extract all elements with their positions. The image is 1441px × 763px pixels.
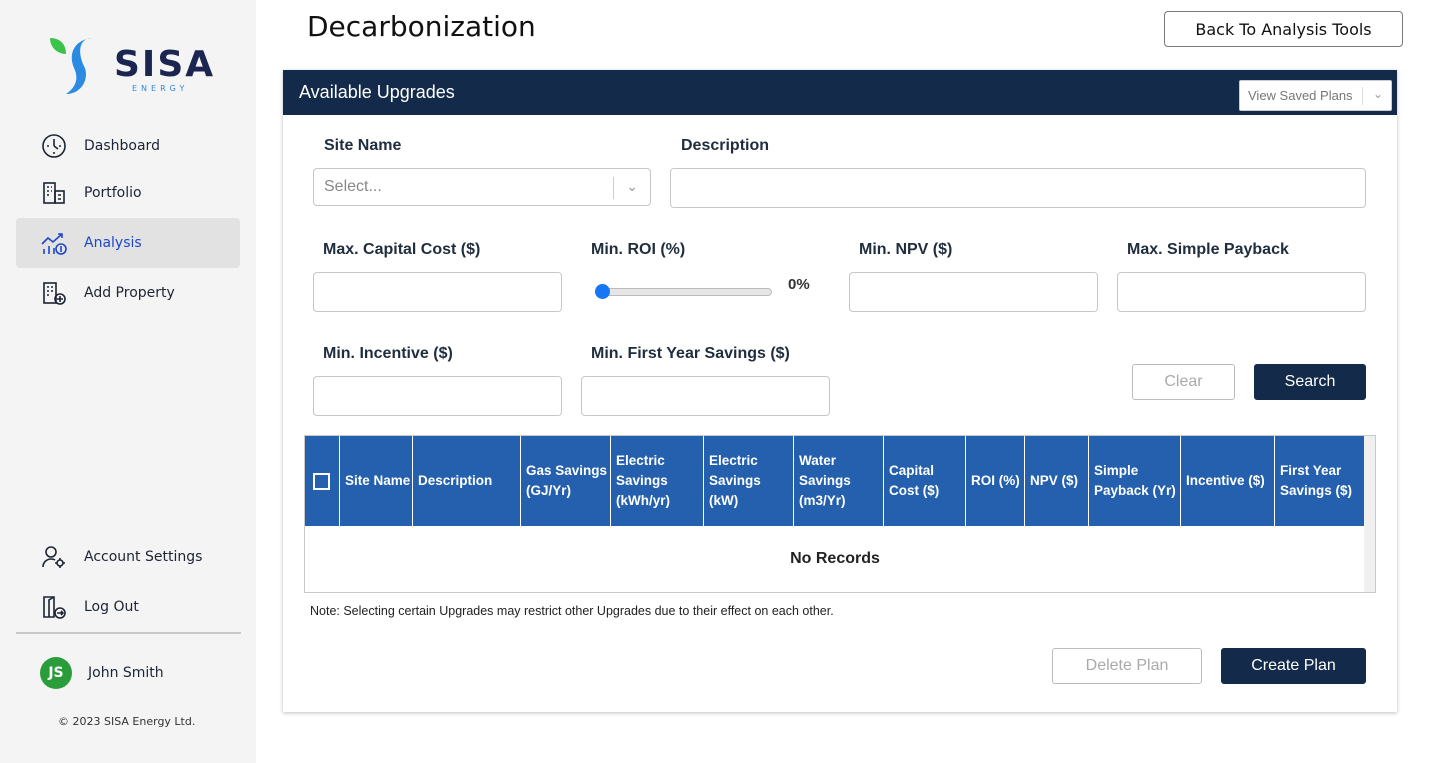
column-header[interactable]: Description	[413, 436, 521, 526]
min-npv-label: Min. NPV ($)	[859, 241, 953, 258]
column-header[interactable]: NPV ($)	[1025, 436, 1089, 526]
view-saved-plans-select[interactable]: View Saved Plans ⌄	[1239, 80, 1392, 111]
min-roi-slider[interactable]	[595, 284, 772, 299]
chevron-down-icon: ⌄	[626, 178, 638, 194]
avatar: JS	[40, 657, 72, 689]
site-name-select[interactable]: Select... ⌄	[313, 168, 651, 206]
max-simple-payback-label: Max. Simple Payback	[1127, 241, 1289, 258]
column-header[interactable]: Site Name	[340, 436, 413, 526]
sidebar-item-analysis[interactable]: Analysis	[16, 218, 240, 268]
sidebar-item-dashboard[interactable]: Dashboard	[16, 121, 240, 171]
column-header[interactable]: Gas Savings (GJ/Yr)	[521, 436, 611, 526]
min-first-year-savings-label: Min. First Year Savings ($)	[591, 345, 790, 362]
logo-subtext: ENERGY	[132, 84, 189, 93]
select-all-cell	[305, 436, 340, 526]
max-simple-payback-input[interactable]	[1117, 272, 1366, 312]
min-first-year-savings-input[interactable]	[581, 376, 830, 416]
select-separator	[613, 177, 614, 199]
delete-plan-button[interactable]: Delete Plan	[1052, 648, 1202, 684]
select-all-checkbox[interactable]	[313, 472, 330, 490]
max-capital-cost-input[interactable]	[313, 272, 562, 312]
logout-icon	[40, 593, 68, 621]
sidebar-item-label: Portfolio	[84, 185, 142, 201]
site-name-placeholder: Select...	[324, 178, 382, 195]
sidebar-item-label: Add Property	[84, 285, 175, 301]
user-gear-icon	[40, 543, 68, 571]
card-title: Available Upgrades	[299, 82, 455, 102]
available-upgrades-card: Available Upgrades View Saved Plans ⌄ Si…	[283, 70, 1397, 712]
sidebar-item-label: Dashboard	[84, 138, 160, 154]
empty-state-text: No Records	[790, 550, 880, 567]
logo-mark-icon	[50, 38, 92, 94]
sidebar-item-label: Log Out	[84, 599, 139, 615]
column-header[interactable]: Electric Savings (kW)	[704, 436, 794, 526]
column-header[interactable]: ROI (%)	[966, 436, 1025, 526]
building-add-icon	[40, 279, 68, 307]
copyright-text: © 2023 SISA Energy Ltd.	[58, 715, 196, 728]
description-input[interactable]	[670, 168, 1366, 208]
column-header[interactable]: First Year Savings ($)	[1275, 436, 1361, 526]
column-header[interactable]: Simple Payback (Yr)	[1089, 436, 1181, 526]
table-scrollbar[interactable]	[1364, 436, 1375, 592]
sidebar-item-account-settings[interactable]: Account Settings	[16, 532, 240, 582]
column-header[interactable]: Water Savings (m3/Yr)	[794, 436, 884, 526]
min-npv-input[interactable]	[849, 272, 1098, 312]
sidebar-item-portfolio[interactable]: Portfolio	[16, 168, 240, 218]
min-incentive-label: Min. Incentive ($)	[323, 345, 453, 362]
user-profile[interactable]: JS John Smith	[40, 657, 164, 689]
buildings-icon	[40, 179, 68, 207]
max-capital-cost-label: Max. Capital Cost ($)	[323, 241, 481, 258]
logo-text: SISA	[114, 44, 216, 85]
slider-thumb[interactable]	[595, 284, 610, 299]
card-header: Available Upgrades View Saved Plans ⌄	[283, 70, 1397, 115]
sisa-logo[interactable]: SISA ENERGY	[48, 34, 218, 98]
sidebar-item-log-out[interactable]: Log Out	[16, 582, 240, 632]
chart-dollar-icon	[40, 229, 68, 257]
search-button[interactable]: Search	[1254, 364, 1366, 400]
column-header[interactable]: Incentive ($)	[1181, 436, 1275, 526]
sidebar-item-label: Account Settings	[84, 549, 203, 565]
site-name-label: Site Name	[324, 137, 402, 154]
create-plan-button[interactable]: Create Plan	[1221, 648, 1366, 684]
table-header: Site Name Description Gas Savings (GJ/Yr…	[305, 436, 1365, 526]
back-to-analysis-tools-button[interactable]: Back To Analysis Tools	[1164, 11, 1403, 47]
select-separator	[1362, 87, 1363, 105]
note-text: Note: Selecting certain Upgrades may res…	[310, 604, 834, 618]
min-roi-value: 0%	[788, 276, 810, 293]
sidebar-item-label: Analysis	[84, 235, 142, 251]
column-header[interactable]: Electric Savings (kWh/yr)	[611, 436, 704, 526]
column-header[interactable]: Capital Cost ($)	[884, 436, 966, 526]
page-title: Decarbonization	[307, 10, 536, 43]
sidebar-item-add-property[interactable]: Add Property	[16, 268, 240, 318]
sidebar: SISA ENERGY Dashboard Portfolio Analysis…	[0, 0, 256, 763]
clear-button[interactable]: Clear	[1132, 364, 1235, 400]
min-incentive-input[interactable]	[313, 376, 562, 416]
chevron-down-icon: ⌄	[1372, 87, 1383, 101]
description-label: Description	[681, 137, 770, 154]
min-roi-label: Min. ROI (%)	[591, 241, 686, 258]
upgrades-table: Site Name Description Gas Savings (GJ/Yr…	[304, 435, 1376, 593]
sidebar-divider	[16, 632, 241, 634]
user-name: John Smith	[88, 665, 164, 681]
gauge-icon	[40, 132, 68, 160]
saved-plans-placeholder: View Saved Plans	[1248, 88, 1353, 103]
